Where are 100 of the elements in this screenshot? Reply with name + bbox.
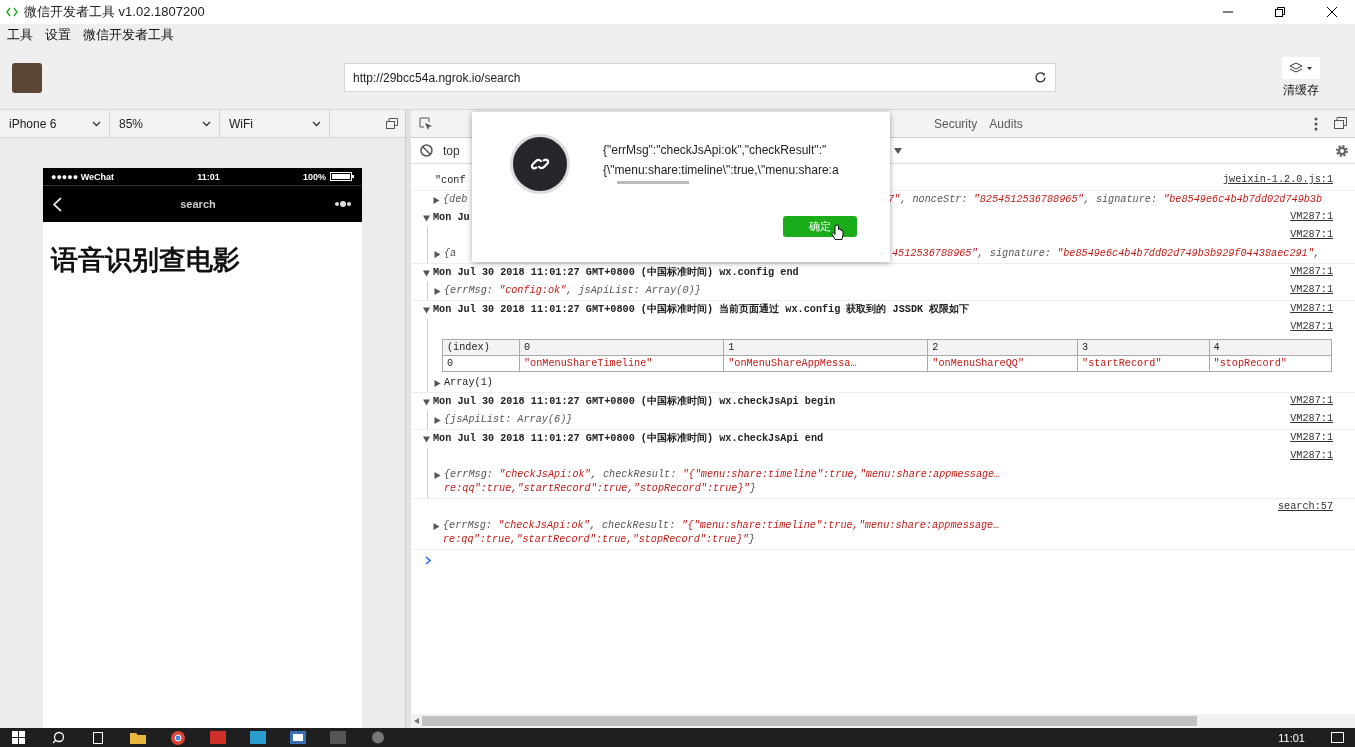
page-title: search: [180, 198, 216, 210]
horizontal-scrollbar[interactable]: [411, 714, 1355, 728]
console-prompt-icon[interactable]: [425, 556, 431, 565]
device-select[interactable]: WiFi: [220, 110, 330, 137]
table-header: 0: [519, 339, 724, 356]
scroll-left-arrow-icon[interactable]: [414, 718, 419, 724]
app-icon[interactable]: [290, 730, 306, 745]
source-link[interactable]: VM287:1: [1280, 284, 1333, 295]
source-link[interactable]: VM287:1: [1280, 395, 1333, 406]
source-link[interactable]: VM287:1: [1280, 450, 1333, 461]
collapse-arrow-icon[interactable]: [423, 436, 430, 443]
log-group-title: Mon Ju: [433, 211, 470, 225]
code-icon: [6, 7, 18, 17]
expand-arrow-icon[interactable]: [434, 417, 441, 424]
log-group-title: Mon Jul 30 2018 11:01:27 GMT+0800 (中国标准时间) 当前页面通过 wx.config 获取到的 JSSDK 权限如下: [433, 303, 970, 317]
popout-icon[interactable]: [386, 118, 398, 129]
devtools-tab[interactable]: Security: [928, 110, 984, 137]
chevron-down-icon: [312, 120, 321, 127]
log-object: {errMsg: "checkJsApi:ok", checkResult: "{"menu:share:timeline":true,"menu:share:appmessage… re:qq":true,"startRecord":true,"stopRecord":true}"}: [444, 468, 1001, 496]
carrier-label: ●●●●● WeChat: [51, 171, 115, 182]
avatar-photo-placeholder[interactable]: [12, 62, 42, 93]
collapse-arrow-icon[interactable]: [423, 399, 430, 406]
table-cell: "stopRecord": [1209, 355, 1332, 372]
browser-icon[interactable]: [170, 730, 186, 745]
table-header: 3: [1077, 339, 1209, 356]
more-icon[interactable]: [334, 201, 352, 207]
log-group-title: Mon Jul 30 2018 11:01:27 GMT+0800 (中国标准时间) wx.checkJsApi end: [433, 432, 824, 446]
table-header: (index): [442, 339, 520, 356]
source-link[interactable]: search:57: [1267, 501, 1333, 512]
chevron-down-icon: [202, 120, 211, 127]
inspect-icon[interactable]: [419, 116, 433, 131]
settings-icon[interactable]: [1335, 143, 1349, 158]
menu-item[interactable]: 微信开发者工具: [83, 26, 174, 44]
collapse-arrow-icon[interactable]: [423, 215, 430, 222]
expand-arrow-icon[interactable]: [434, 380, 441, 387]
table-cell: "onMenuShareQQ": [927, 355, 1078, 372]
log-group-title: Mon Jul 30 2018 11:01:27 GMT+0800 (中国标准时间) wx.checkJsApi begin: [433, 395, 836, 409]
search-icon[interactable]: [50, 730, 66, 745]
hand-cursor-icon: [831, 224, 844, 241]
expand-arrow-icon[interactable]: [434, 251, 441, 258]
expand-arrow-icon[interactable]: [434, 288, 441, 295]
source-link[interactable]: VM287:1: [1280, 303, 1333, 314]
source-link[interactable]: VM287:1: [1280, 432, 1333, 443]
app-logo-icon: [510, 134, 570, 194]
dialog-message: {\"menu:share:timeline\":true,\"menu:share:a: [603, 162, 840, 179]
chevron-down-icon: [92, 120, 101, 127]
folder-icon[interactable]: [130, 730, 146, 745]
log-object: 7", nonceStr: "8254512536788965", signature: "be8549e6c4b4b7dd02d749b3b: [888, 193, 1323, 207]
log-message: "conf: [435, 174, 466, 188]
expand-arrow-icon[interactable]: [434, 472, 441, 479]
devtools-tab[interactable]: Audits: [983, 110, 1029, 137]
log-object: Array(1): [444, 376, 493, 390]
expand-arrow-icon[interactable]: [433, 197, 440, 204]
window-title: 微信开发者工具 v1.02.1807200: [24, 3, 206, 21]
table-header: 4: [1209, 339, 1332, 356]
task-view-icon[interactable]: [90, 730, 106, 745]
table-header: 2: [927, 339, 1078, 356]
menu-item[interactable]: 工具: [7, 26, 33, 44]
layers-icon: [1289, 61, 1313, 74]
expand-arrow-icon[interactable]: [433, 523, 440, 530]
log-object: {errMsg: "checkJsApi:ok", checkResult: "{"menu:share:timeline":true,"menu:share:appmessage… re:qq":true,"startRecord":true,"stopRecord":true}"}: [443, 519, 1000, 547]
table-cell: "startRecord": [1077, 355, 1209, 372]
source-link[interactable]: VM287:1: [1280, 321, 1333, 332]
log-object: {deb: [443, 193, 468, 207]
page-heading: 语音识别查电影: [51, 243, 241, 277]
source-link[interactable]: VM287:1: [1280, 211, 1333, 222]
battery-icon: [330, 172, 354, 181]
source-link[interactable]: jweixin-1.2.0.js:1: [1212, 174, 1333, 185]
collapse-arrow-icon[interactable]: [423, 270, 430, 277]
notification-icon[interactable]: [1329, 730, 1345, 745]
status-time: 11:01: [197, 171, 220, 182]
table-header: 1: [723, 339, 928, 356]
refresh-icon[interactable]: [1034, 71, 1047, 84]
menu-item[interactable]: 设置: [45, 26, 71, 44]
log-group-title: Mon Jul 30 2018 11:01:27 GMT+0800 (中国标准时间) wx.config end: [433, 266, 799, 280]
table-cell: 0: [442, 355, 520, 372]
dropdown-arrow-icon[interactable]: [893, 147, 902, 154]
log-object: {a: [444, 247, 457, 261]
collapse-arrow-icon[interactable]: [423, 307, 430, 314]
more-vertical-icon[interactable]: [1314, 116, 1318, 131]
dock-icon[interactable]: [1334, 116, 1347, 129]
log-object: {errMsg: "config:ok", jsApiList: Array(0)}: [444, 284, 701, 298]
close-icon[interactable]: [1327, 7, 1337, 17]
table-cell: "onMenuShareTimeline": [519, 355, 724, 372]
restore-icon[interactable]: [1275, 7, 1285, 17]
context-select[interactable]: top: [443, 143, 460, 158]
url-field[interactable]: http://29bcc54a.ngrok.io/search: [344, 63, 1056, 92]
taskbar-clock[interactable]: 11:01: [1278, 731, 1305, 744]
back-icon[interactable]: [53, 196, 62, 212]
windows-logo-icon[interactable]: [10, 730, 26, 745]
source-link[interactable]: VM287:1: [1280, 413, 1333, 424]
source-link[interactable]: VM287:1: [1280, 266, 1333, 277]
device-select[interactable]: 85%: [110, 110, 220, 137]
table-cell: "onMenuShareAppMessa…: [723, 355, 928, 372]
scroll-indicator: [617, 181, 689, 184]
device-select[interactable]: iPhone 6: [0, 110, 110, 137]
source-link[interactable]: VM287:1: [1280, 229, 1333, 240]
clear-console-icon[interactable]: [420, 144, 433, 157]
log-object: {jsApiList: Array(6)}: [444, 413, 573, 427]
log-object: 4512536788965", signature: "be8549e6c4b4b7dd02d749b3b929f04438aec291",: [892, 247, 1320, 261]
